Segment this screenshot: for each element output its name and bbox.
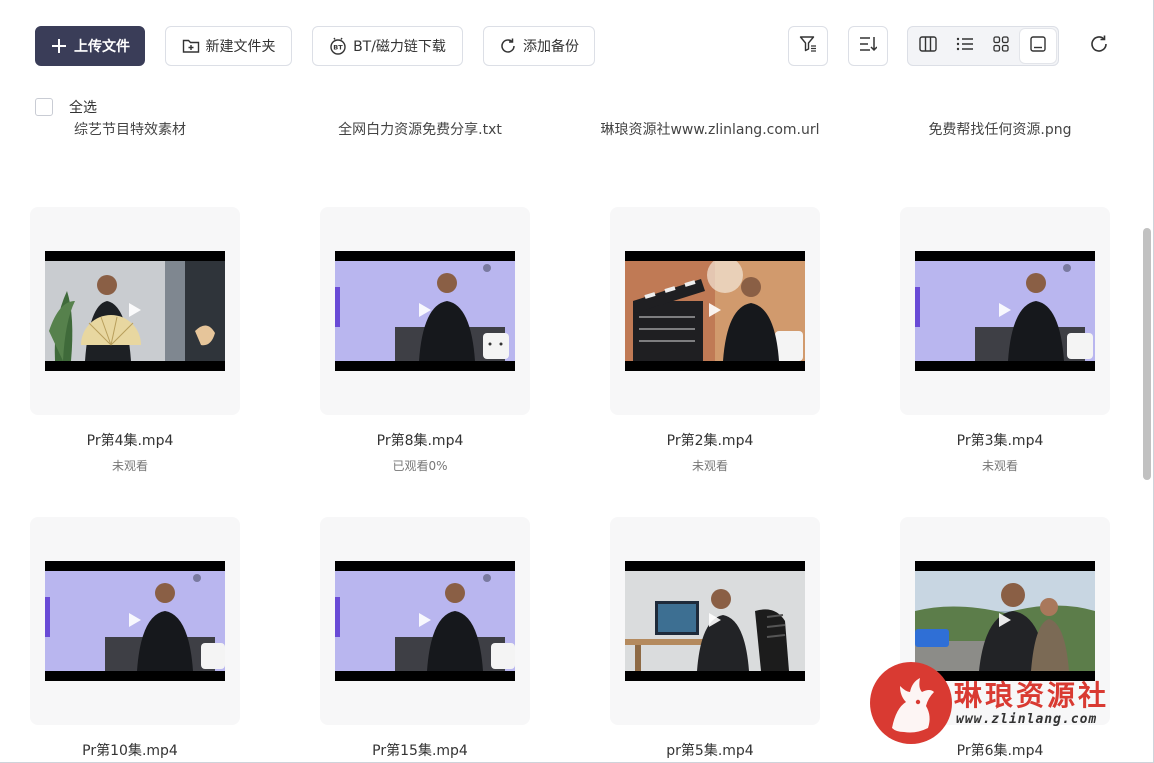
select-all-label: 全选 <box>69 100 97 116</box>
select-all[interactable]: 全选 <box>35 97 97 117</box>
watch-status: 未观看 <box>691 459 728 473</box>
file-name[interactable]: pr第5集.mp4 <box>600 740 820 760</box>
select-all-checkbox[interactable] <box>35 98 53 116</box>
add-backup-label: 添加备份 <box>523 39 579 55</box>
file-name[interactable]: 免费帮找任何资源.png <box>890 118 1110 142</box>
svg-text:BT: BT <box>333 44 343 52</box>
file-card[interactable] <box>320 517 530 725</box>
file-name[interactable]: Pr第2集.mp4 <box>600 430 820 450</box>
play-icon <box>999 613 1011 627</box>
sync-icon <box>499 37 517 55</box>
file-card[interactable] <box>610 207 820 415</box>
file-name[interactable]: 全网白力资源免费分享.txt <box>310 118 530 142</box>
video-thumbnail <box>915 251 1095 371</box>
grid-icon <box>993 36 1009 56</box>
file-name[interactable]: 综艺节目特效素材 <box>20 118 240 142</box>
watch-status: 已观看0% <box>392 459 448 473</box>
deer-logo-icon <box>870 662 952 744</box>
play-icon <box>709 613 721 627</box>
folder-plus-icon <box>182 37 200 55</box>
refresh-icon <box>1089 34 1109 58</box>
video-thumbnail <box>625 251 805 371</box>
bt-download-label: BT/磁力链下载 <box>353 39 446 55</box>
grid-view-button[interactable] <box>983 29 1020 63</box>
play-icon <box>129 303 141 317</box>
video-thumbnail <box>45 561 225 681</box>
new-folder-button[interactable]: 新建文件夹 <box>165 26 292 66</box>
add-backup-button[interactable]: 添加备份 <box>483 26 595 66</box>
new-folder-label: 新建文件夹 <box>205 39 276 55</box>
thumbnail-icon <box>1030 36 1046 56</box>
plus-icon <box>50 37 68 55</box>
watermark-url: www.zlinlang.com <box>956 712 1098 727</box>
video-thumbnail <box>335 251 515 371</box>
upload-button[interactable]: 上传文件 <box>35 26 145 66</box>
play-icon <box>999 303 1011 317</box>
list-icon <box>956 36 974 56</box>
bt-download-button[interactable]: BT BT/磁力链下载 <box>312 26 463 66</box>
file-card[interactable] <box>30 207 240 415</box>
view-mode-switcher <box>907 26 1059 66</box>
filter-icon <box>799 35 817 57</box>
play-icon <box>709 303 721 317</box>
file-card[interactable] <box>610 517 820 725</box>
file-name[interactable]: Pr第15集.mp4 <box>310 740 530 760</box>
play-icon <box>129 613 141 627</box>
play-icon <box>419 303 431 317</box>
sort-button[interactable] <box>848 26 888 66</box>
upload-label: 上传文件 <box>74 39 130 55</box>
bt-icon: BT <box>329 37 347 55</box>
video-thumbnail <box>335 561 515 681</box>
watch-status: 未观看 <box>981 459 1018 473</box>
file-card[interactable] <box>320 207 530 415</box>
file-card[interactable] <box>30 517 240 725</box>
file-name[interactable]: Pr第8集.mp4 <box>310 430 530 450</box>
toolbar: 上传文件 新建文件夹 BT BT/磁力链下载 添加备份 <box>0 0 1153 92</box>
columns-icon <box>919 36 937 56</box>
column-view-button[interactable] <box>910 29 947 63</box>
list-view-button[interactable] <box>947 29 984 63</box>
video-thumbnail <box>45 251 225 371</box>
watermark: 琳琅资源社 www.zlinlang.com <box>868 660 1138 750</box>
play-icon <box>419 613 431 627</box>
file-manager: 上传文件 新建文件夹 BT BT/磁力链下载 添加备份 全选 综艺节目特效素材 … <box>0 0 1154 763</box>
thumbnail-view-button[interactable] <box>1019 29 1056 63</box>
file-name[interactable]: Pr第4集.mp4 <box>20 430 240 450</box>
file-name[interactable]: Pr第10集.mp4 <box>20 740 240 760</box>
watermark-title: 琳琅资源社 <box>954 679 1110 712</box>
file-name[interactable]: 琳琅资源社www.zlinlang.com.url <box>600 118 820 142</box>
scrollbar-thumb[interactable] <box>1143 228 1151 480</box>
file-card[interactable] <box>900 207 1110 415</box>
video-thumbnail <box>625 561 805 681</box>
file-name[interactable]: Pr第3集.mp4 <box>890 430 1110 450</box>
filter-button[interactable] <box>788 26 828 66</box>
refresh-button[interactable] <box>1086 33 1112 59</box>
sort-icon <box>859 35 878 57</box>
watch-status: 未观看 <box>111 459 148 473</box>
